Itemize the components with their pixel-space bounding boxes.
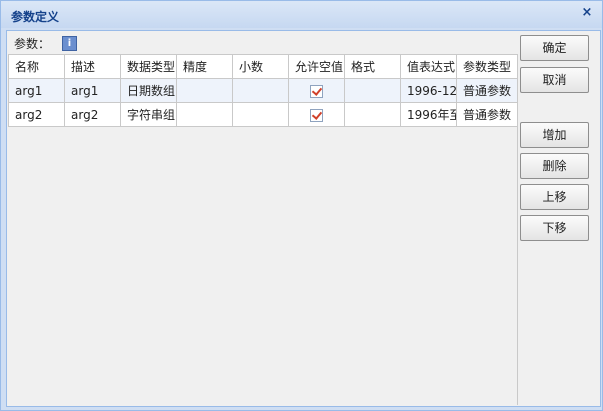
cell-decimal[interactable]	[232, 78, 289, 103]
cancel-button[interactable]: 取消	[520, 67, 589, 93]
column-header-expr[interactable]: 值表达式	[400, 54, 457, 79]
column-header-decimal[interactable]: 小数	[232, 54, 289, 79]
column-header-format[interactable]: 格式	[344, 54, 401, 79]
cell-dtype[interactable]: 日期数组	[120, 78, 177, 103]
param-table: 名称 描述 数据类型 精度 小数 允许空值 格式 值表达式 参数类型 arg1	[8, 54, 518, 127]
cell-format[interactable]	[344, 78, 401, 103]
column-header-name[interactable]: 名称	[8, 54, 65, 79]
cell-expr[interactable]: 1996年至	[400, 102, 457, 127]
column-header-precision[interactable]: 精度	[176, 54, 233, 79]
cell-precision[interactable]	[176, 102, 233, 127]
move-down-button[interactable]: 下移	[520, 215, 589, 241]
column-header-ptype[interactable]: 参数类型	[456, 54, 518, 79]
cell-name[interactable]: arg2	[8, 102, 65, 127]
column-header-nullable[interactable]: 允许空值	[288, 54, 345, 79]
param-grid: 名称 描述 数据类型 精度 小数 允许空值 格式 值表达式 参数类型 arg1	[8, 54, 518, 405]
cell-dtype[interactable]: 字符串组	[120, 102, 177, 127]
cell-nullable[interactable]	[288, 102, 345, 127]
params-label: 参数：	[14, 37, 51, 51]
dialog-body: 参数： i 名称 描述 数据类型 精度 小数 允许空值 格式 值表达式 参数类型…	[6, 30, 601, 407]
add-button[interactable]: 增加	[520, 122, 589, 148]
table-row[interactable]: arg2 arg2 字符串组 1996年至 普通参数	[8, 102, 518, 127]
column-header-desc[interactable]: 描述	[64, 54, 121, 79]
delete-button[interactable]: 删除	[520, 153, 589, 179]
info-icon[interactable]: i	[62, 36, 77, 51]
move-up-button[interactable]: 上移	[520, 184, 589, 210]
close-icon[interactable]: ×	[580, 6, 594, 20]
cell-decimal[interactable]	[232, 102, 289, 127]
cell-desc[interactable]: arg2	[64, 102, 121, 127]
cell-ptype[interactable]: 普通参数	[456, 78, 518, 103]
cell-name[interactable]: arg1	[8, 78, 65, 103]
nullable-checkbox[interactable]	[310, 84, 323, 98]
cell-format[interactable]	[344, 102, 401, 127]
table-row[interactable]: arg1 arg1 日期数组 1996-12 普通参数	[8, 78, 518, 103]
title-bar[interactable]: 参数定义 ×	[1, 1, 602, 28]
dialog-title: 参数定义	[11, 10, 60, 24]
cell-nullable[interactable]	[288, 78, 345, 103]
cell-desc[interactable]: arg1	[64, 78, 121, 103]
table-header-row: 名称 描述 数据类型 精度 小数 允许空值 格式 值表达式 参数类型	[8, 54, 518, 79]
cell-precision[interactable]	[176, 78, 233, 103]
ok-button[interactable]: 确定	[520, 35, 589, 61]
cell-expr[interactable]: 1996-12	[400, 78, 457, 103]
column-header-dtype[interactable]: 数据类型	[120, 54, 177, 79]
param-definition-dialog: 参数定义 × 参数： i 名称 描述 数据类型 精度 小数 允许空值 格式 值表…	[0, 0, 603, 411]
nullable-checkbox[interactable]	[310, 108, 323, 122]
cell-ptype[interactable]: 普通参数	[456, 102, 518, 127]
